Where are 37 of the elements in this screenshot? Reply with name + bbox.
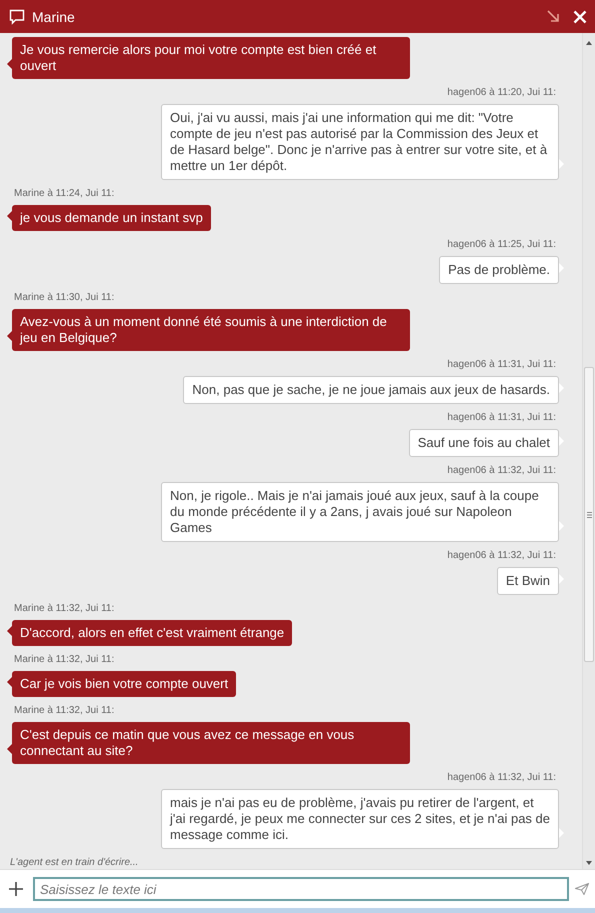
- message-meta: hagen06 à 11:32, Jui 11:: [447, 550, 557, 562]
- message-meta: hagen06 à 11:20, Jui 11:: [447, 87, 557, 99]
- message-meta: hagen06 à 11:31, Jui 11:: [447, 359, 557, 371]
- user-message: Non, je rigole.. Mais je n'ai jamais joué aux jeux, sauf à la coupe du monde précédente il y a 2ans, j avais joué sur Napoleon Games: [161, 482, 565, 542]
- agent-message: Je vous remercie alors pour moi votre compte est bien créé et ouvert: [7, 37, 410, 79]
- agent-message: Avez-vous à un moment donné été soumis à une interdiction de jeu en Belgique?: [7, 309, 410, 351]
- user-message: Non, pas que je sache, je ne joue jamais aux jeux de hasards.: [183, 376, 565, 404]
- message-input[interactable]: Saisissez le texte ici: [33, 877, 569, 901]
- message-meta: Marine à 11:32, Jui 11:: [13, 705, 114, 717]
- send-icon[interactable]: [575, 883, 589, 895]
- message-meta: hagen06 à 11:32, Jui 11:: [447, 772, 557, 784]
- agent-message: C'est depuis ce matin que vous avez ce message en vous connectant au site?: [7, 722, 410, 764]
- user-message: Et Bwin: [496, 567, 565, 595]
- minimize-icon[interactable]: [547, 10, 560, 23]
- message-meta: hagen06 à 11:32, Jui 11:: [447, 465, 557, 477]
- agent-message: Car je vois bien votre compte ouvert: [7, 671, 236, 697]
- message-meta: Marine à 11:30, Jui 11:: [13, 292, 114, 304]
- typing-status: L'agent est en train d'écrire...: [10, 857, 138, 868]
- message-meta: Marine à 11:32, Jui 11:: [13, 603, 114, 615]
- chat-bubble-icon: [9, 8, 25, 24]
- grip-icon[interactable]: [586, 512, 592, 518]
- agent-message: D'accord, alors en effet c'est vraiment étrange: [7, 620, 292, 646]
- user-message: mais je n'ai pas eu de problème, j'avais pu retirer de l'argent, et j'ai regardé, je peux me connecter sur ces 2 sites, et je n'ai pas de message comme ici.: [161, 789, 565, 849]
- add-icon[interactable]: [9, 882, 23, 896]
- user-message: Pas de problème.: [439, 256, 565, 284]
- scrollbar[interactable]: [582, 33, 595, 869]
- message-meta: Marine à 11:32, Jui 11:: [13, 654, 114, 666]
- window-title: Marine: [32, 8, 76, 24]
- close-icon[interactable]: [573, 10, 587, 24]
- agent-message: je vous demande un instant svp: [7, 205, 211, 231]
- message-meta: Marine à 11:24, Jui 11:: [13, 188, 114, 200]
- user-message: Sauf une fois au chalet: [408, 429, 565, 457]
- message-meta: hagen06 à 11:31, Jui 11:: [447, 412, 557, 424]
- message-meta: hagen06 à 11:25, Jui 11:: [447, 239, 557, 251]
- user-message: Oui, j'ai vu aussi, mais j'ai une information qui me dit: "Votre compte de jeu n'est pas autorisé par la Commission des Jeux et de Hasard belge". Donc je n'arrive pas à entrer sur votre site, et à mettre un 1er dépôt.: [161, 104, 565, 180]
- scroll-down-icon[interactable]: [586, 861, 592, 865]
- scroll-up-icon[interactable]: [586, 41, 592, 45]
